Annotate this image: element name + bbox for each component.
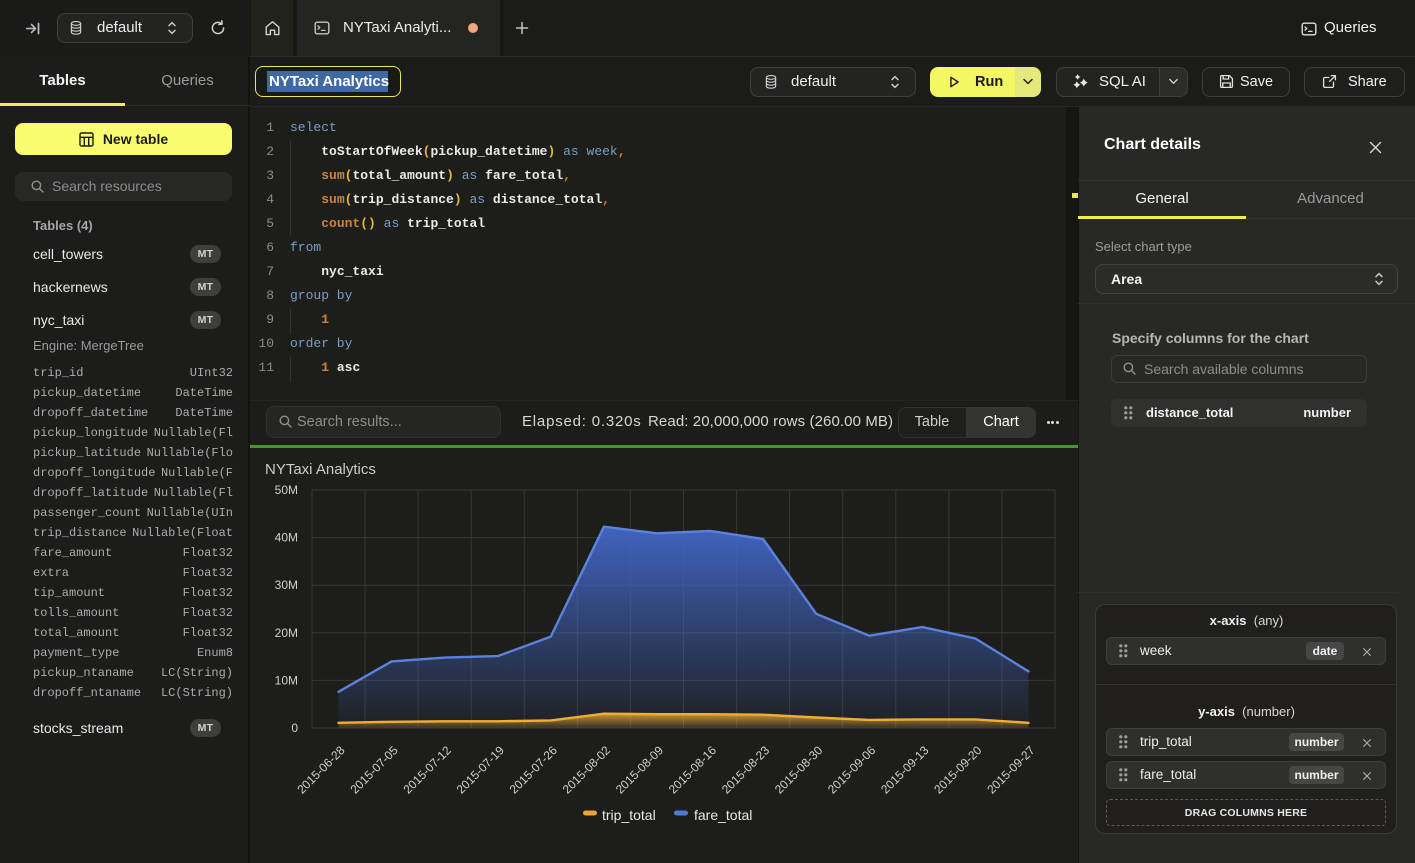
svg-text:2015-09-06: 2015-09-06 <box>825 743 879 797</box>
svg-text:2015-08-09: 2015-08-09 <box>613 743 667 797</box>
svg-text:2015-07-12: 2015-07-12 <box>401 743 455 797</box>
svg-text:2015-08-30: 2015-08-30 <box>772 743 826 797</box>
svg-text:fare_total: fare_total <box>694 807 752 823</box>
svg-text:2015-08-16: 2015-08-16 <box>666 743 720 797</box>
svg-text:2015-08-02: 2015-08-02 <box>560 743 614 797</box>
svg-text:10M: 10M <box>275 673 298 687</box>
svg-text:40M: 40M <box>275 531 298 545</box>
svg-text:NYTaxi Analytics: NYTaxi Analytics <box>265 461 376 478</box>
svg-text:2015-09-20: 2015-09-20 <box>931 743 985 797</box>
svg-text:2015-08-23: 2015-08-23 <box>719 743 773 797</box>
svg-text:20M: 20M <box>275 626 298 640</box>
svg-text:2015-09-13: 2015-09-13 <box>878 743 932 797</box>
svg-text:0: 0 <box>291 721 298 735</box>
svg-text:2015-07-26: 2015-07-26 <box>507 743 561 797</box>
svg-text:2015-09-27: 2015-09-27 <box>984 743 1038 797</box>
svg-text:trip_total: trip_total <box>602 807 656 823</box>
svg-text:30M: 30M <box>275 578 298 592</box>
svg-text:2015-06-28: 2015-06-28 <box>294 743 348 797</box>
svg-text:2015-07-19: 2015-07-19 <box>454 743 508 797</box>
svg-text:50M: 50M <box>275 483 298 497</box>
svg-text:2015-07-05: 2015-07-05 <box>347 743 401 797</box>
